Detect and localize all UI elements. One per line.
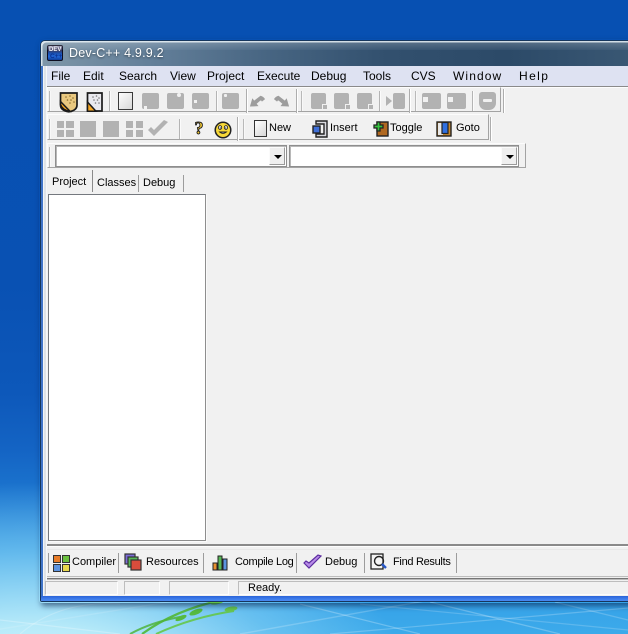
svg-text:?: ? — [195, 118, 204, 138]
